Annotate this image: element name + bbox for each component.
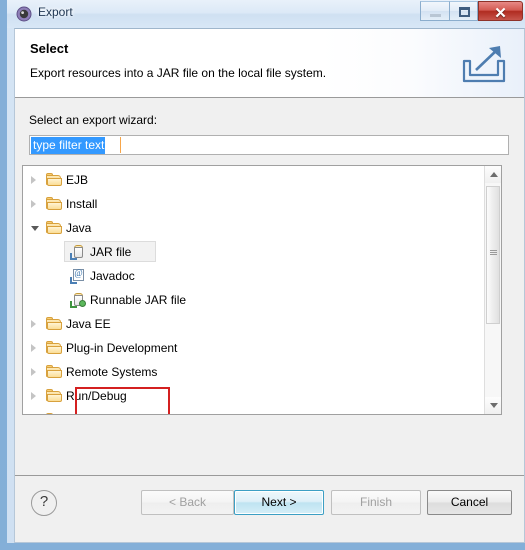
tree-row-label: Java: [66, 221, 92, 235]
tree-row-label: Runnable JAR file: [90, 293, 187, 307]
close-icon: ✕: [494, 5, 507, 22]
chevron-right-icon[interactable]: [31, 200, 36, 208]
close-button[interactable]: ✕: [478, 1, 523, 22]
window-title: Export: [38, 5, 73, 19]
scroll-up-arrow-icon[interactable]: [485, 166, 501, 183]
page-title: Select: [30, 41, 69, 56]
maximize-button[interactable]: [449, 1, 478, 21]
scroll-down-arrow-icon[interactable]: [485, 397, 501, 414]
minimize-icon: [430, 14, 441, 17]
tree-row[interactable]: Run/Debug: [23, 384, 484, 408]
next-button[interactable]: Next >: [234, 490, 324, 515]
scrollbar-grip-icon: [490, 250, 497, 258]
export-banner-icon: [456, 39, 512, 89]
caret-up-icon: [490, 172, 498, 177]
chevron-right-icon[interactable]: [31, 392, 36, 400]
tree-row-label: JAR file: [90, 245, 132, 259]
wizard-body: Select an export wizard: type filter tex…: [15, 99, 524, 474]
tree-row-label: Install: [66, 197, 98, 211]
tree-row-label: Run/Debug: [66, 389, 127, 403]
tree-row-label: EJB: [66, 173, 89, 187]
finish-button: Finish: [331, 490, 421, 515]
wizard-header: Select Export resources into a JAR file …: [15, 29, 524, 98]
tree-row-label: Tasks: [66, 412, 97, 414]
caret-down-icon: [490, 403, 498, 408]
select-wizard-label: Select an export wizard:: [29, 113, 158, 127]
text-caret: [120, 137, 121, 153]
tree-rows: EJB Install Java JAR file @ Javadoc Runnable J…: [23, 168, 484, 414]
tree-row[interactable]: Java: [23, 216, 484, 240]
back-button: < Back: [141, 490, 234, 515]
tree-row-label: Java EE: [66, 317, 111, 331]
tree-row[interactable]: Plug-in Development: [23, 336, 484, 360]
tree-row[interactable]: Tasks: [23, 408, 484, 414]
scrollbar-thumb[interactable]: [486, 186, 500, 324]
filter-input-value: type filter text: [31, 137, 106, 154]
filter-input[interactable]: type filter text: [29, 135, 509, 155]
tree-row[interactable]: JAR file: [23, 240, 484, 264]
tree-row[interactable]: @ Javadoc: [23, 264, 484, 288]
tree-row[interactable]: Remote Systems: [23, 360, 484, 384]
tree-row[interactable]: EJB: [23, 168, 484, 192]
export-wizard-tree[interactable]: EJB Install Java JAR file @ Javadoc Runnable J…: [22, 165, 502, 415]
dialog-footer: ? < Back Next > Finish Cancel: [15, 475, 524, 542]
dialog-client-area: Select Export resources into a JAR file …: [14, 28, 525, 543]
chevron-down-icon[interactable]: [31, 226, 39, 231]
tree-vertical-scrollbar[interactable]: [484, 166, 501, 414]
export-dialog-window: Export ✕ Select Export resources into a …: [0, 0, 525, 550]
help-button[interactable]: ?: [31, 490, 57, 516]
tree-row[interactable]: Runnable JAR file: [23, 288, 484, 312]
tree-row-label: Remote Systems: [66, 365, 158, 379]
tree-row-label: Javadoc: [90, 269, 135, 283]
minimize-button[interactable]: [420, 1, 449, 21]
page-description: Export resources into a JAR file on the …: [30, 66, 327, 80]
title-bar[interactable]: Export ✕: [7, 0, 525, 28]
chevron-right-icon[interactable]: [31, 344, 36, 352]
maximize-icon: [459, 7, 470, 17]
chevron-right-icon[interactable]: [31, 176, 36, 184]
export-wizard-icon: [16, 6, 32, 22]
tree-row-label: Plug-in Development: [66, 341, 178, 355]
tree-row[interactable]: Java EE: [23, 312, 484, 336]
chevron-right-icon[interactable]: [31, 368, 36, 376]
chevron-right-icon[interactable]: [31, 320, 36, 328]
tree-row[interactable]: Install: [23, 192, 484, 216]
cancel-button[interactable]: Cancel: [427, 490, 512, 515]
